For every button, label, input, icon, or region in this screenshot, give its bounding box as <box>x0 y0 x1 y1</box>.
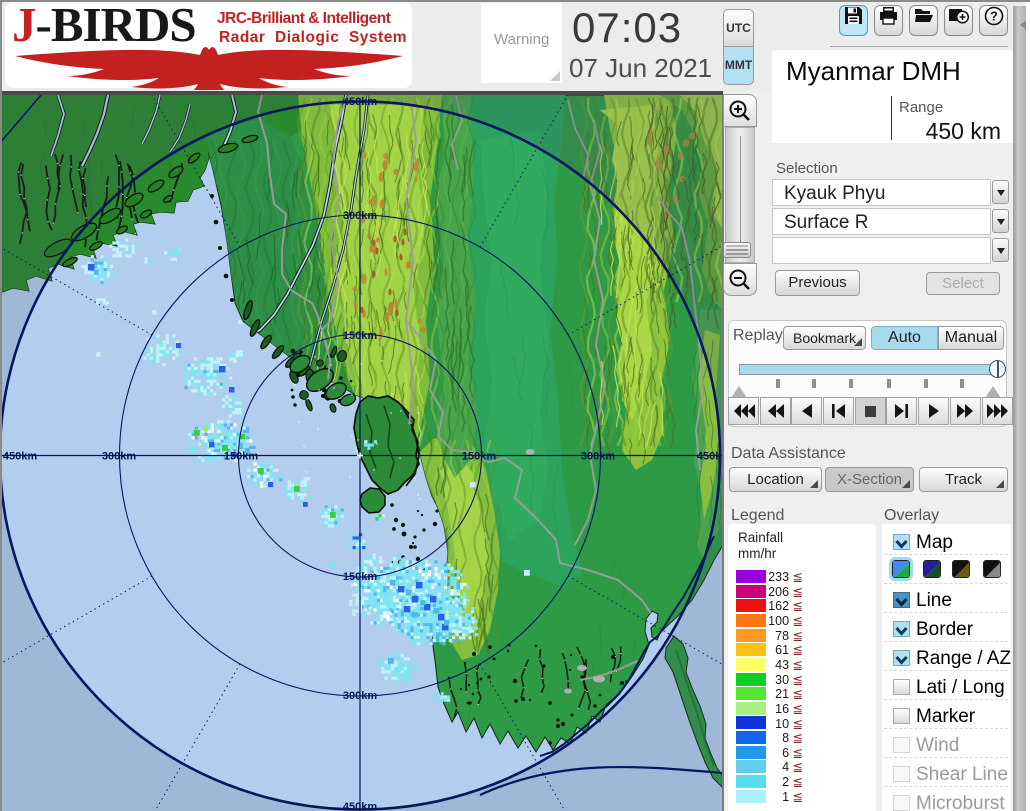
svg-text:150km: 150km <box>462 451 496 463</box>
svg-text:?: ? <box>990 10 998 24</box>
svg-text:450km: 450km <box>3 451 37 463</box>
svg-text:450km: 450km <box>343 96 377 108</box>
svg-text:150km: 150km <box>224 451 258 463</box>
svg-text:300km: 300km <box>343 210 377 222</box>
svg-text:450km: 450km <box>697 451 723 463</box>
svg-text:150km: 150km <box>343 330 377 342</box>
svg-text:300km: 300km <box>581 451 615 463</box>
svg-text:150km: 150km <box>343 571 377 583</box>
svg-text:300km: 300km <box>343 690 377 702</box>
svg-text:300km: 300km <box>102 451 136 463</box>
svg-text:450km: 450km <box>343 801 377 811</box>
